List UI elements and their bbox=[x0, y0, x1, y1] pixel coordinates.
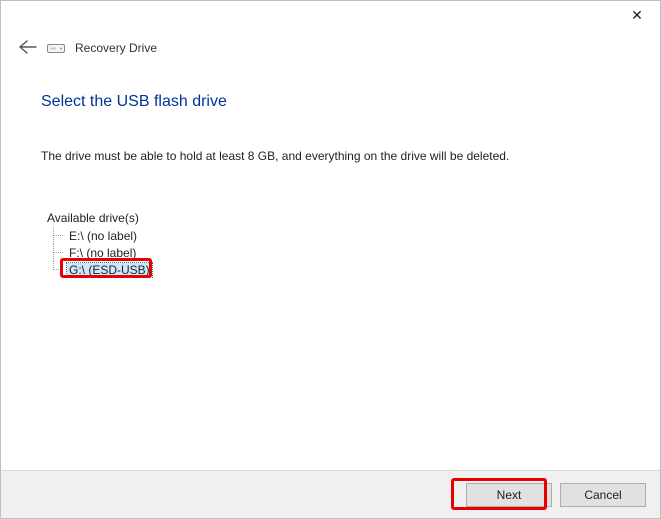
app-title: Recovery Drive bbox=[75, 41, 157, 55]
drive-item[interactable]: G:\ (ESD-USB) bbox=[47, 261, 620, 278]
page-description: The drive must be able to hold at least … bbox=[41, 149, 620, 163]
footer: Next Cancel bbox=[1, 470, 660, 518]
header: Recovery Drive bbox=[1, 31, 660, 57]
recovery-drive-window: ✕ Recovery Drive Select the USB flash dr… bbox=[0, 0, 661, 519]
page-title: Select the USB flash drive bbox=[41, 93, 620, 111]
tree-branch-icon bbox=[47, 227, 67, 244]
drives-section: Available drive(s) E:\ (no label) F:\ (n… bbox=[41, 211, 620, 278]
drive-label: F:\ (no label) bbox=[67, 246, 138, 260]
titlebar: ✕ bbox=[1, 1, 660, 31]
tree-branch-icon bbox=[47, 244, 67, 261]
drive-label: G:\ (ESD-USB) bbox=[67, 263, 152, 277]
drive-item[interactable]: F:\ (no label) bbox=[47, 244, 620, 261]
cancel-button[interactable]: Cancel bbox=[560, 483, 646, 507]
tree-branch-icon bbox=[47, 261, 67, 278]
content-area: Select the USB flash drive The drive mus… bbox=[1, 57, 660, 278]
drive-item[interactable]: E:\ (no label) bbox=[47, 227, 620, 244]
back-button[interactable] bbox=[19, 39, 37, 57]
drive-icon bbox=[47, 42, 65, 54]
close-icon: ✕ bbox=[631, 7, 643, 24]
drive-label: E:\ (no label) bbox=[67, 229, 139, 243]
drives-header: Available drive(s) bbox=[47, 211, 620, 225]
close-button[interactable]: ✕ bbox=[614, 1, 660, 29]
next-button[interactable]: Next bbox=[466, 483, 552, 507]
drives-tree: E:\ (no label) F:\ (no label) G:\ (ESD-U… bbox=[47, 227, 620, 278]
